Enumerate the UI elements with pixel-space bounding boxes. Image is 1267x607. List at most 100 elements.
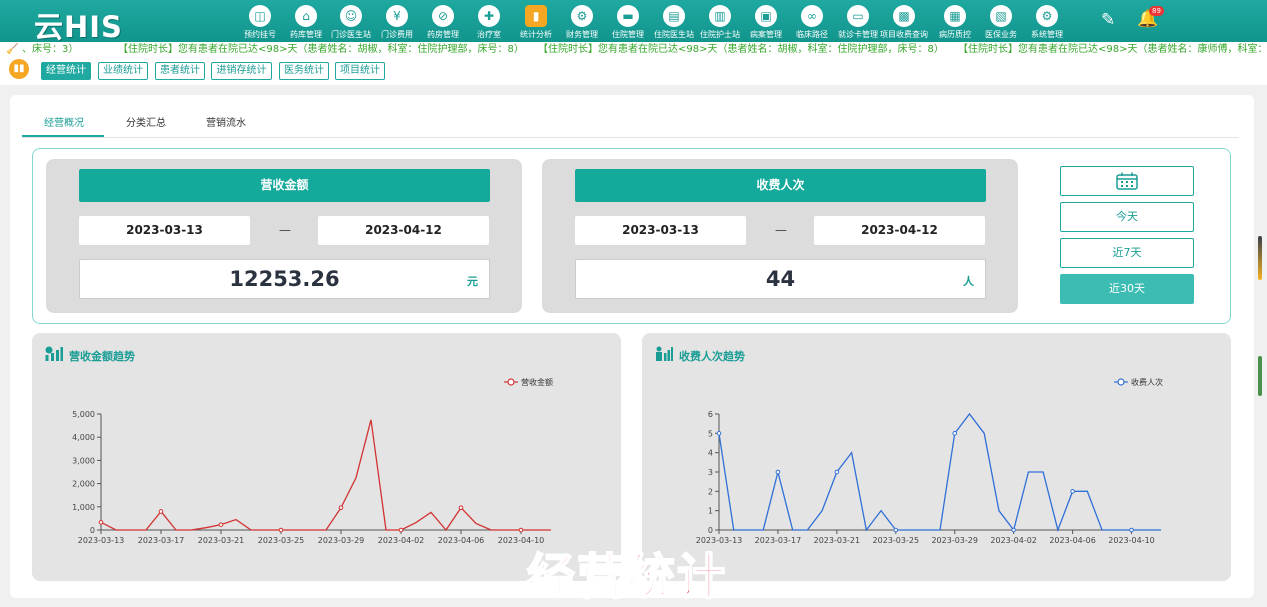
scrollbar-thumb[interactable] bbox=[1258, 356, 1262, 396]
visits-summary: 收费人次 2023-03-13 — 2023-04-12 44 人 bbox=[542, 159, 1018, 313]
visits-value-box: 44 人 bbox=[575, 259, 986, 299]
content-card: 经营概况 分类汇总 营销流水 营收金额 2023-03-13 — 2023-04… bbox=[10, 95, 1254, 598]
y-tick-label: 0 bbox=[708, 526, 713, 535]
series-line bbox=[719, 414, 1161, 530]
x-tick-label: 2023-04-02 bbox=[990, 536, 1037, 545]
scrollbar-thumb[interactable] bbox=[1258, 236, 1262, 280]
sub-navigation: ▮▮ 经营统计 业绩统计 患者统计 进销存统计 医务统计 项目统计 bbox=[0, 57, 1267, 85]
statistics-icon: ▮▮ bbox=[9, 59, 29, 79]
x-tick-label: 2023-03-29 bbox=[931, 536, 978, 545]
path-icon: ∞ bbox=[801, 5, 823, 27]
x-tick-label: 2023-03-21 bbox=[814, 536, 861, 545]
x-tick-label: 2023-03-29 bbox=[318, 536, 365, 545]
revenue-value: 12253.26 bbox=[80, 260, 489, 298]
visits-trend-chart: 01234562023-03-132023-03-172023-03-21202… bbox=[642, 333, 1231, 581]
subnav-inventory-stats[interactable]: 进销存统计 bbox=[211, 62, 272, 80]
x-tick-label: 2023-03-17 bbox=[755, 536, 802, 545]
calendar-button[interactable] bbox=[1060, 166, 1194, 196]
nav-nurse[interactable]: ✚治疗室 bbox=[466, 4, 512, 40]
bed-icon: ▬ bbox=[617, 5, 639, 27]
data-point bbox=[953, 432, 957, 436]
today-button[interactable]: 今天 bbox=[1060, 202, 1194, 232]
y-tick-label: 5 bbox=[708, 429, 713, 438]
revenue-title: 营收金额 bbox=[79, 169, 490, 202]
legend-label: 收费人次 bbox=[1131, 377, 1163, 387]
x-tick-label: 2023-03-13 bbox=[78, 536, 125, 545]
nav-label: 项目收费查询 bbox=[875, 29, 933, 40]
tab-sales-flow[interactable]: 营销流水 bbox=[200, 114, 252, 129]
x-tick-label: 2023-03-25 bbox=[258, 536, 305, 545]
last-7-days-button[interactable]: 近7天 bbox=[1060, 238, 1194, 268]
subnav-performance-stats[interactable]: 业绩统计 bbox=[98, 62, 148, 80]
x-tick-label: 2023-04-06 bbox=[1049, 536, 1096, 545]
watermark-title: 经营统计 bbox=[527, 537, 727, 607]
data-point bbox=[717, 432, 721, 436]
tab-overview[interactable]: 经营概况 bbox=[40, 114, 88, 129]
marquee-item: 【住院时长】您有患者在院已达<98>天（患者姓名：胡椒，科室：住院护理部，床号：… bbox=[118, 42, 524, 57]
y-tick-label: 5,000 bbox=[72, 410, 95, 419]
y-tick-label: 1 bbox=[708, 507, 713, 516]
x-tick-label: 2023-03-21 bbox=[198, 536, 245, 545]
last-30-days-button[interactable]: 近30天 bbox=[1060, 274, 1194, 304]
summary-panel: 营收金额 2023-03-13 — 2023-04-12 12253.26 元 … bbox=[32, 148, 1231, 324]
search-doc-icon: ▩ bbox=[893, 5, 915, 27]
x-tick-label: 2023-03-17 bbox=[138, 536, 185, 545]
series-line bbox=[101, 420, 551, 530]
visits-start-date[interactable]: 2023-03-13 bbox=[575, 216, 746, 245]
data-point bbox=[1130, 528, 1134, 532]
subnav-item-stats[interactable]: 项目统计 bbox=[335, 62, 385, 80]
data-point bbox=[99, 521, 103, 525]
tab-category-summary[interactable]: 分类汇总 bbox=[120, 114, 172, 129]
visits-unit: 人 bbox=[963, 273, 974, 289]
visits-end-date[interactable]: 2023-04-12 bbox=[814, 216, 985, 245]
nav-label: 系统管理 bbox=[1018, 29, 1076, 40]
notification-badge: 89 bbox=[1149, 6, 1164, 16]
marquee-item: 【住院时长】您有患者在院已达<98>天（患者姓名：胡椒，科室：住院护理部，床号：… bbox=[538, 42, 944, 57]
subnav-patient-stats[interactable]: 患者统计 bbox=[155, 62, 205, 80]
x-tick-label: 2023-04-06 bbox=[438, 536, 485, 545]
y-tick-label: 0 bbox=[90, 526, 95, 535]
y-tick-label: 4 bbox=[708, 449, 713, 458]
data-point bbox=[459, 506, 463, 510]
y-tick-label: 6 bbox=[708, 410, 713, 419]
nav-search-doc[interactable]: ▩项目收费查询 bbox=[881, 4, 927, 40]
doctor-card-icon: ▤ bbox=[663, 5, 685, 27]
data-point bbox=[776, 470, 780, 474]
subnav-medical-stats[interactable]: 医务统计 bbox=[279, 62, 329, 80]
folder-icon: ▣ bbox=[755, 5, 777, 27]
nurse-icon: ✚ bbox=[478, 5, 500, 27]
card-icon: ▭ bbox=[847, 5, 869, 27]
data-point bbox=[835, 470, 839, 474]
visits-value: 44 bbox=[576, 260, 985, 298]
legend-label: 营收金额 bbox=[521, 377, 553, 387]
date-separator: — bbox=[775, 223, 787, 237]
record-icon: ▦ bbox=[944, 5, 966, 27]
top-navigation-bar: 云HIS ◫预约挂号⌂药库管理☺门诊医生站¥门诊费用⊘药房管理✚治疗室▮统计分析… bbox=[0, 0, 1267, 42]
y-tick-label: 3,000 bbox=[72, 456, 95, 465]
data-point bbox=[339, 506, 343, 510]
y-tick-label: 1,000 bbox=[72, 503, 95, 512]
marquee-item: 【住院时长】您有患者在院已达<98>天（患者姓名：康师傅，科室： bbox=[958, 42, 1267, 57]
gear-icon: ⚙ bbox=[571, 5, 593, 27]
doctor-icon: ☺ bbox=[340, 5, 362, 27]
edit-icon[interactable]: ✎ bbox=[1101, 10, 1115, 30]
data-point bbox=[159, 510, 163, 514]
yen-icon: ¥ bbox=[386, 5, 408, 27]
nav-settings[interactable]: ⚙系统管理 bbox=[1024, 4, 1070, 40]
data-point bbox=[219, 523, 223, 527]
data-point bbox=[279, 528, 283, 532]
revenue-unit: 元 bbox=[467, 273, 478, 289]
visits-title: 收费人次 bbox=[575, 169, 986, 202]
tab-divider bbox=[22, 137, 1239, 138]
revenue-end-date[interactable]: 2023-04-12 bbox=[318, 216, 489, 245]
x-tick-label: 2023-03-25 bbox=[873, 536, 920, 545]
y-tick-label: 3 bbox=[708, 468, 713, 477]
revenue-start-date[interactable]: 2023-03-13 bbox=[79, 216, 250, 245]
subnav-business-stats[interactable]: 经营统计 bbox=[41, 62, 91, 80]
pill-icon: ⊘ bbox=[432, 5, 454, 27]
warehouse-icon: ⌂ bbox=[295, 5, 317, 27]
app-logo: 云HIS bbox=[34, 4, 123, 46]
legend-marker bbox=[508, 379, 514, 385]
visits-trend-panel: 收费人次趋势 01234562023-03-132023-03-172023-0… bbox=[642, 333, 1231, 581]
calendar-icon: ◫ bbox=[249, 5, 271, 27]
